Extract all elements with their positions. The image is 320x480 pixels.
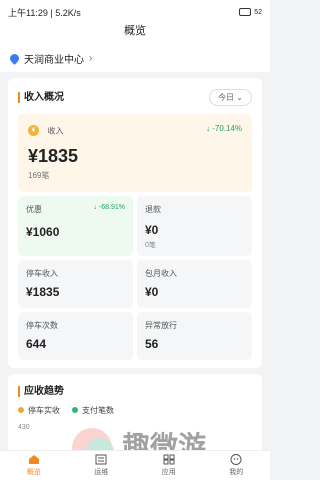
y-axis-tick: 430: [18, 424, 30, 431]
date-filter-dropdown[interactable]: 今日 ⌄: [209, 88, 252, 106]
refund-count: 0笔: [145, 242, 156, 249]
tab-operations[interactable]: 运维: [94, 454, 108, 477]
legend-item-payments[interactable]: 支付笔数: [72, 405, 114, 416]
tab-profile[interactable]: 我的: [229, 454, 243, 477]
location-selector[interactable]: 天润商业中心 ›: [0, 44, 270, 72]
trend-card: 应收趋势 停车实收 支付笔数 430: [8, 374, 262, 454]
location-pin-icon: [8, 51, 21, 65]
battery-icon: [239, 8, 252, 16]
refund-value: ¥0: [145, 223, 159, 237]
tile-discount[interactable]: 优惠 ↓ -68.91% ¥1060: [18, 196, 133, 256]
tile-abnormal-release[interactable]: 异常放行 56: [137, 312, 252, 360]
trend-section-title: 应收趋势: [18, 386, 252, 397]
chevron-right-icon: ›: [89, 52, 93, 64]
chevron-down-icon: ⌄: [236, 92, 243, 102]
tile-monthly-income[interactable]: 包月收入 ¥0: [137, 260, 252, 308]
discount-value: ¥1060: [26, 225, 60, 239]
parking-count-value: 644: [26, 337, 47, 351]
income-trend: ↓ -70.14%: [205, 124, 242, 133]
chart-legend: 停车实收 支付笔数: [18, 405, 252, 416]
income-card: 收入概况 今日 ⌄ ¥ 收入 ↓ -70.14% ¥1835 169笔 优惠 ↓…: [8, 78, 262, 368]
discount-trend: ↓ -68.91%: [93, 204, 125, 211]
income-label: 收入: [47, 126, 64, 136]
bottom-tab-bar: 概览 运维 应用 我的: [0, 450, 270, 480]
profile-icon: [230, 454, 242, 465]
battery-level: 52: [254, 8, 262, 16]
parking-income-value: ¥1835: [26, 285, 60, 299]
income-value: ¥1835: [28, 146, 79, 166]
apps-icon: [163, 454, 175, 465]
income-main-box[interactable]: ¥ 收入 ↓ -70.14% ¥1835 169笔: [18, 114, 252, 192]
monthly-income-value: ¥0: [145, 285, 159, 299]
home-icon: [28, 455, 39, 464]
legend-item-parking[interactable]: 停车实收: [18, 405, 60, 416]
legend-dot-icon: [18, 407, 24, 413]
legend-dot-icon: [72, 407, 78, 413]
page-title: 概览: [0, 24, 270, 44]
status-time: 上午11:29 | 5.2K/s: [8, 7, 81, 18]
status-icons: 52: [239, 8, 262, 16]
abnormal-release-value: 56: [145, 337, 159, 351]
income-count: 169笔: [28, 171, 50, 180]
tile-refund[interactable]: 退款 ¥0 0笔: [137, 196, 252, 256]
tab-overview[interactable]: 概览: [27, 454, 41, 477]
location-name: 天润商业中心: [24, 54, 84, 66]
tab-apps[interactable]: 应用: [162, 454, 176, 477]
list-icon: [95, 454, 107, 465]
coin-icon: ¥: [28, 125, 39, 137]
tile-parking-count[interactable]: 停车次数 644: [18, 312, 133, 360]
income-section-title: 收入概况: [18, 91, 64, 103]
tile-parking-income[interactable]: 停车收入 ¥1835: [18, 260, 133, 308]
status-bar: 上午11:29 | 5.2K/s 52: [0, 0, 270, 24]
